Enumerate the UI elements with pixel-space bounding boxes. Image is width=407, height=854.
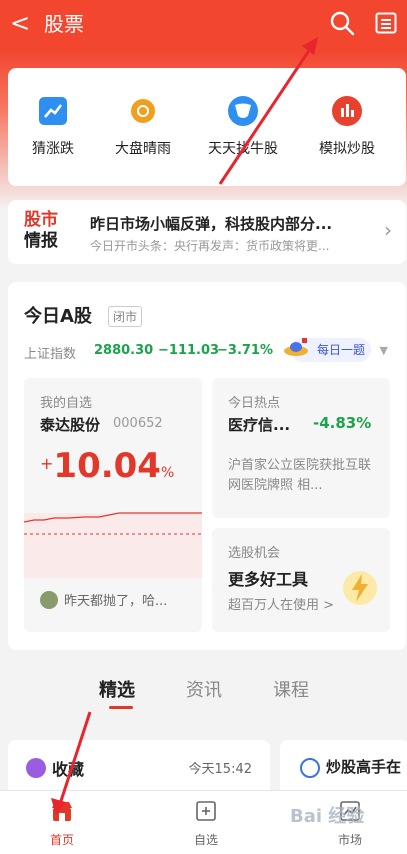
stock-picker-label: 选股机会 bbox=[228, 546, 281, 561]
user-comment: 昨天都抛了，哈... bbox=[40, 590, 167, 609]
stock-sparkline bbox=[24, 512, 202, 578]
quick-item-label: 天天找牛股 bbox=[208, 141, 278, 157]
hot-topic-label: 今日热点 bbox=[228, 396, 281, 411]
stock-picker-desc: 超百万人在使用 > bbox=[228, 598, 335, 613]
tab-underline bbox=[109, 706, 133, 709]
app-header: < 股票 bbox=[0, 0, 407, 50]
market-news-card[interactable]: 股市 情报 昨日市场小幅反弹，科技股内部分... 今日开市头条：央行再发声：货币… bbox=[8, 200, 406, 264]
news-logo: 股市 情报 bbox=[24, 210, 64, 252]
back-button[interactable]: < bbox=[10, 9, 30, 37]
store-icon bbox=[52, 802, 72, 821]
chat-icon bbox=[26, 758, 46, 778]
stock-picker-title: 更多好工具 bbox=[228, 570, 309, 589]
market-status-badge: 闭市 bbox=[108, 306, 143, 327]
menu-icon[interactable] bbox=[375, 12, 397, 34]
nav-home[interactable]: 首页 bbox=[22, 799, 102, 848]
page-title: 股票 bbox=[44, 12, 84, 36]
quick-item-market-weather[interactable]: 大盘晴雨 bbox=[98, 94, 188, 158]
news-logo-top: 股市 bbox=[24, 210, 58, 230]
index-change: −111.03 bbox=[158, 343, 220, 358]
avatar bbox=[40, 591, 58, 609]
quick-item-label: 大盘晴雨 bbox=[115, 141, 171, 157]
stock-change-value: 10.04 bbox=[53, 446, 161, 486]
hot-sector-change: -4.83% bbox=[313, 414, 372, 432]
feed-title: 炒股高手在 bbox=[326, 758, 402, 776]
hot-sector-name: 医疗信... bbox=[228, 416, 291, 434]
quick-item-bull-stock[interactable]: 天天找牛股 bbox=[198, 94, 288, 158]
stock-name: 泰达股份 bbox=[40, 416, 101, 434]
news-subline: 今日开市头条：央行再发声：货币政策将更... bbox=[90, 239, 330, 253]
news-logo-bottom: 情报 bbox=[24, 231, 58, 251]
bar-chart-icon bbox=[330, 94, 364, 128]
search-icon[interactable] bbox=[329, 10, 355, 36]
ufo-icon bbox=[284, 338, 308, 356]
a-stock-title: 今日A股 bbox=[24, 306, 92, 327]
stock-change-unit: % bbox=[160, 465, 175, 481]
feed-time: 今天15:42 bbox=[188, 762, 252, 777]
bull-icon bbox=[226, 94, 260, 128]
stock-picker-card[interactable]: 选股机会 更多好工具 超百万人在使用 > bbox=[212, 528, 390, 632]
index-percent: −3.71% bbox=[217, 343, 273, 358]
hot-topic-desc: 沪首家公立医院获批互联网医院牌照 相... bbox=[228, 458, 372, 493]
news-headline: 昨日市场小幅反弹，科技股内部分... bbox=[90, 215, 333, 233]
index-name: 上证指数 bbox=[24, 347, 77, 362]
a-stock-card: 今日A股 闭市 上证指数 2880.30 −111.03 −3.71% 每日一题… bbox=[8, 282, 406, 650]
nav-label: 首页 bbox=[49, 833, 74, 847]
watchlist-card[interactable]: 我的自选 泰达股份 000652 +10.04% 昨天都抛了，哈... bbox=[24, 378, 202, 632]
quick-item-label: 猜涨跌 bbox=[32, 141, 74, 157]
lightning-icon bbox=[343, 571, 377, 605]
quick-actions: 猜涨跌 大盘晴雨 天天找牛股 模拟炒股 bbox=[8, 68, 406, 186]
stock-change: +10.04% bbox=[40, 446, 174, 486]
tab-news[interactable]: 资讯 bbox=[186, 676, 222, 702]
nav-watchlist[interactable]: 自选 bbox=[166, 799, 246, 848]
nav-label: 自选 bbox=[193, 833, 218, 847]
comment-text: 昨天都抛了，哈... bbox=[64, 594, 168, 609]
watermark: Bai 经验 bbox=[290, 806, 365, 827]
quick-item-sim-trade[interactable]: 模拟炒股 bbox=[302, 94, 392, 158]
signal-icon bbox=[300, 758, 320, 778]
stock-code: 000652 bbox=[113, 416, 163, 431]
hot-topic-card[interactable]: 今日热点 医疗信... -4.83% 沪首家公立医院获批互联网医院牌照 相... bbox=[212, 378, 390, 518]
sun-icon bbox=[126, 94, 160, 128]
nav-label: 市场 bbox=[337, 833, 362, 847]
add-box-icon bbox=[196, 801, 216, 821]
tab-featured[interactable]: 精选 bbox=[99, 676, 135, 702]
stock-change-sign: + bbox=[40, 454, 54, 473]
tab-courses[interactable]: 课程 bbox=[273, 676, 309, 702]
watchlist-label: 我的自选 bbox=[40, 396, 93, 411]
expand-icon[interactable]: ▼ bbox=[380, 344, 388, 357]
feed-title: 收藏 bbox=[52, 760, 85, 779]
content-tabs: 精选 资讯 课程 bbox=[0, 672, 407, 712]
trend-chart-icon bbox=[36, 94, 70, 128]
quick-item-label: 模拟炒股 bbox=[319, 141, 375, 157]
chevron-right-icon: › bbox=[384, 218, 392, 242]
quick-item-guess[interactable]: 猜涨跌 bbox=[8, 94, 98, 158]
daily-question-label: 每日一题 bbox=[317, 343, 366, 357]
index-value: 2880.30 bbox=[94, 343, 154, 358]
